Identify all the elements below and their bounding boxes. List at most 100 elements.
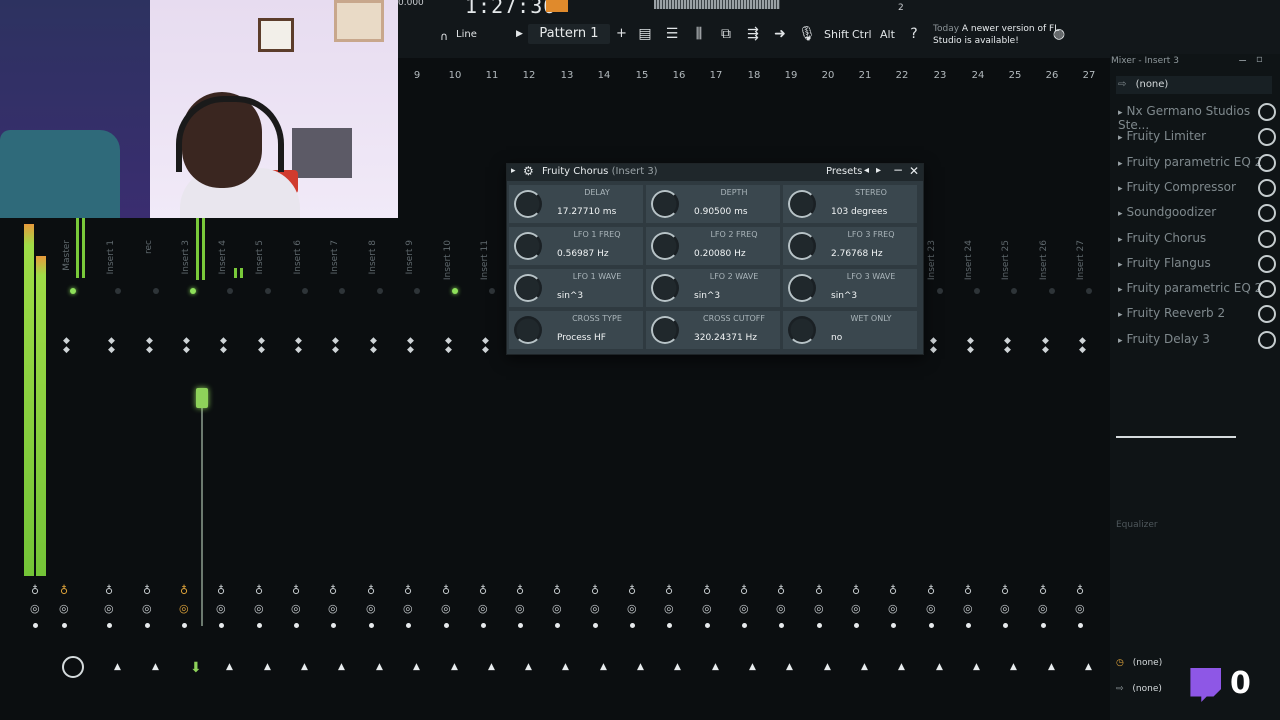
send-arrow-up-icon[interactable]: ▲ [712,662,719,672]
record-badge[interactable] [546,0,568,12]
pan-stereo-icon[interactable]: ◆ ◆ [295,337,302,355]
playlist-icon[interactable]: ▤ [636,26,654,42]
record-source-icon[interactable]: ◎ [590,602,600,615]
play-arrow-icon[interactable]: ▶ [516,29,523,39]
track-label[interactable]: Insert 9 [405,240,415,274]
record-source-icon[interactable]: ◎ [888,602,898,615]
param-cross-type[interactable]: CROSS TYPE Process HF [509,311,643,349]
plugin-title-bar[interactable]: ▸ ⚙ Fruity Chorus (Insert 3) Presets ◂ ▸… [507,163,923,181]
send-dot[interactable] [966,623,971,628]
track-enable-led[interactable] [414,288,420,294]
globe-icon[interactable]: ◍ [1050,26,1068,42]
record-source-icon[interactable]: ◎ [552,602,562,615]
track-label[interactable]: Insert 10 [443,240,453,280]
send-dot[interactable] [630,623,635,628]
route-icon[interactable]: ♁ [31,584,39,597]
send-arrow-up-icon[interactable]: ▲ [786,662,793,672]
slot-mix-knob[interactable] [1258,153,1276,172]
browser-icon[interactable]: ⇶ [744,26,762,42]
route-icon[interactable]: ♁ [1039,584,1047,597]
record-source-icon[interactable]: ◎ [702,602,712,615]
track-enable-led[interactable] [974,288,980,294]
param-knob[interactable] [514,274,542,302]
pan-stereo-icon[interactable]: ◆ ◆ [482,337,489,355]
route-icon[interactable]: ♁ [740,584,748,597]
microphone-icon[interactable]: 🎙 [798,26,816,42]
output-select-1[interactable]: ◷ (none) [1116,658,1162,668]
record-source-icon[interactable]: ◎ [104,602,114,615]
send-dot[interactable] [145,623,150,628]
send-arrow-up-icon[interactable]: ▲ [600,662,607,672]
track-enable-led[interactable] [115,288,121,294]
param-knob[interactable] [788,316,816,344]
param-lfo-2-freq[interactable]: LFO 2 FREQ 0.20080 Hz [646,227,780,265]
effect-slot[interactable]: ▸ Fruity parametric EQ 2 [1118,155,1262,173]
expand-arrow-icon[interactable]: ▸ [1118,285,1123,295]
track-enable-led[interactable] [452,288,458,294]
track-enable-led[interactable] [937,288,943,294]
param-stereo[interactable]: STEREO 103 degrees [783,185,917,223]
param-knob[interactable] [788,190,816,218]
send-arrow-up-icon[interactable]: ▲ [114,662,121,672]
record-source-icon[interactable]: ◎ [1075,602,1085,615]
param-knob[interactable] [788,232,816,260]
send-arrow-up-icon[interactable]: ▲ [152,662,159,672]
track-label[interactable]: Insert 4 [218,240,228,274]
gear-icon[interactable]: ⚙ [523,164,534,178]
route-icon[interactable]: ♁ [442,584,450,597]
expand-arrow-icon[interactable]: ▸ [1118,133,1123,143]
add-pattern-button[interactable]: + [616,26,627,41]
route-icon[interactable]: ♁ [292,584,300,597]
pan-stereo-icon[interactable]: ◆ ◆ [370,337,377,355]
send-dot[interactable] [294,623,299,628]
send-dot[interactable] [257,623,262,628]
record-source-icon[interactable]: ◎ [142,602,152,615]
track-label[interactable]: Insert 5 [255,240,265,274]
route-icon[interactable]: ♁ [404,584,412,597]
send-dot[interactable] [817,623,822,628]
send-dot[interactable] [667,623,672,628]
slot-mix-knob[interactable] [1258,229,1276,248]
send-dot[interactable] [331,623,336,628]
expand-arrow-icon[interactable]: ▸ [1118,310,1123,320]
param-knob[interactable] [514,316,542,344]
expand-arrow-icon[interactable]: ▸ [1118,235,1123,245]
param-knob[interactable] [514,190,542,218]
send-dot[interactable] [107,623,112,628]
expand-arrow-icon[interactable]: ▸ [1118,108,1123,118]
effect-slot[interactable]: ▸ Fruity Compressor [1118,180,1236,198]
pan-stereo-icon[interactable]: ◆ ◆ [1079,337,1086,355]
route-icon[interactable]: ♁ [815,584,823,597]
track-label[interactable]: Insert 7 [330,240,340,274]
preset-prev-icon[interactable]: ◂ [864,165,869,176]
send-dot[interactable] [1003,623,1008,628]
slot-mix-knob[interactable] [1258,178,1276,197]
track-label[interactable]: Insert 24 [964,240,974,280]
slot-mix-knob[interactable] [1258,254,1276,273]
send-dot[interactable] [779,623,784,628]
param-wet-only[interactable]: WET ONLY no [783,311,917,349]
send-dot[interactable] [62,623,67,628]
input-select[interactable]: ⇨ (none) [1116,76,1272,94]
route-icon[interactable]: ♁ [217,584,225,597]
track-label[interactable]: Insert 27 [1076,240,1086,280]
send-knob[interactable] [62,656,84,678]
send-dot[interactable] [518,623,523,628]
presets-button[interactable]: Presets [826,166,862,177]
close-icon[interactable]: ✕ [909,164,919,178]
param-cross-cutoff[interactable]: CROSS CUTOFF 320.24371 Hz [646,311,780,349]
param-knob[interactable] [651,190,679,218]
piano-roll-icon[interactable]: ☰ [663,26,681,42]
record-source-icon[interactable]: ◎ [739,602,749,615]
route-icon[interactable]: ♁ [777,584,785,597]
send-dot[interactable] [219,623,224,628]
track-enable-led[interactable] [1086,288,1092,294]
record-source-icon[interactable]: ◎ [1000,602,1010,615]
effect-slot[interactable]: ▸ Soundgoodizer [1118,205,1216,223]
track-label[interactable]: Insert 11 [480,240,490,280]
route-icon[interactable]: ♁ [628,584,636,597]
snap-mode[interactable]: Line [456,29,477,40]
pan-stereo-icon[interactable]: ◆ ◆ [445,337,452,355]
send-dot[interactable] [1078,623,1083,628]
send-arrow-up-icon[interactable]: ▲ [861,662,868,672]
